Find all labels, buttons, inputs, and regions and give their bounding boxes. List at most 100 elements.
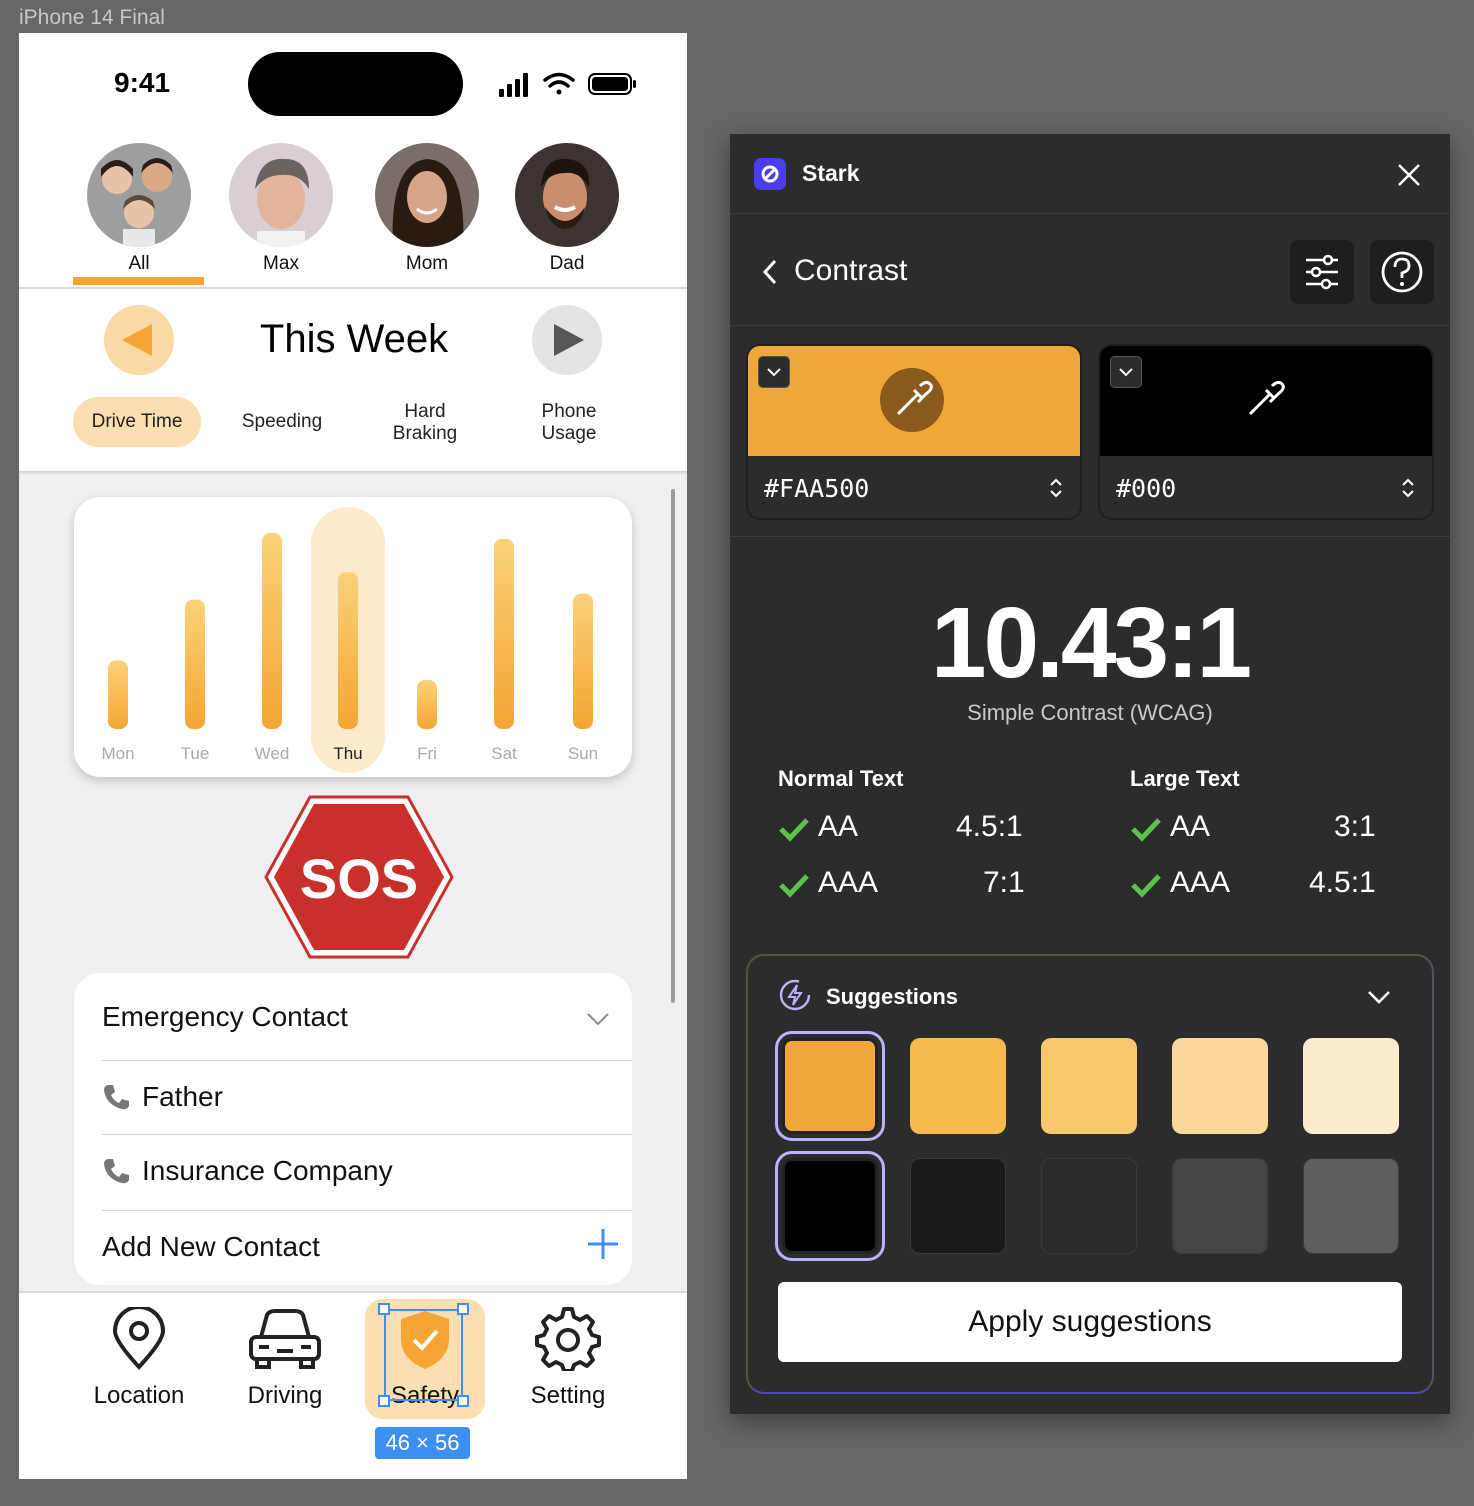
background-dropdown[interactable] (1110, 356, 1142, 388)
signal-icon (499, 73, 528, 97)
bar-chart: Mon Tue Wed Thu Fri Sat Sun (101, 507, 598, 773)
eyedropper-icon (896, 380, 933, 416)
help-button[interactable] (1370, 240, 1434, 304)
selected-avatar-indicator (73, 277, 204, 285)
suggestion-swatch[interactable] (775, 1151, 885, 1261)
normal-aaa-level: AAA (818, 866, 879, 899)
avatar-label: All (128, 253, 150, 274)
background-color-card: #000 (1098, 344, 1434, 520)
chart-tick-label: Sat (491, 744, 517, 763)
large-aa-level: AA (1170, 810, 1211, 843)
tab-setting[interactable]: Setting (508, 1307, 628, 1410)
large-aaa-level: AAA (1170, 866, 1231, 899)
phone-frame: 9:41 All Max Mom Dad This Week Drive Tim… (19, 33, 687, 1479)
contact-name: Father (142, 1081, 223, 1112)
avatar-all[interactable]: All (87, 143, 191, 275)
frame-label: iPhone 14 Final (19, 6, 165, 29)
foreground-dropdown[interactable] (758, 356, 790, 388)
tab-phone-usage[interactable]: Phone Usage (519, 401, 619, 445)
stark-app-title: Stark (802, 160, 860, 186)
apply-suggestions-button[interactable]: Apply suggestions (778, 1282, 1402, 1362)
foreground-swatch[interactable] (748, 346, 1080, 456)
tab-drive-time[interactable]: Drive Time (73, 397, 201, 447)
sos-button[interactable]: SOS (264, 795, 454, 959)
scrollbar[interactable] (671, 489, 675, 1003)
selection-box[interactable] (384, 1309, 463, 1401)
divider (730, 536, 1450, 537)
suggestion-swatch[interactable] (910, 1038, 1006, 1134)
close-icon[interactable] (1396, 162, 1422, 188)
suggestion-swatch[interactable] (1172, 1038, 1268, 1134)
avatar-mom-image (375, 143, 479, 247)
add-contact-row[interactable]: Add New Contact (102, 1210, 632, 1285)
triangle-left-icon (122, 324, 152, 356)
chart-bar-tue (185, 599, 205, 729)
suggestion-swatch[interactable] (1303, 1038, 1399, 1134)
resize-handle[interactable] (457, 1395, 469, 1407)
dynamic-island (248, 52, 463, 116)
eyedropper-button[interactable] (880, 368, 944, 432)
avatar-mom[interactable]: Mom (375, 143, 479, 275)
stark-logo-icon (754, 158, 786, 190)
week-selector: This Week Drive Time Speeding Hard Braki… (19, 289, 687, 471)
large-aaa-ratio: 4.5:1 (1309, 866, 1376, 899)
background-hex-input[interactable]: #000 (1116, 474, 1176, 503)
foreground-hex-input[interactable]: #FAA500 (764, 474, 869, 503)
chart-bar-wed (262, 533, 282, 729)
suggestion-swatch[interactable] (1303, 1158, 1399, 1254)
foreground-color-card: #FAA500 (746, 344, 1082, 520)
stepper-icon[interactable] (1048, 476, 1064, 500)
suggestion-swatch[interactable] (1172, 1158, 1268, 1254)
avatar-label: Mom (405, 253, 449, 274)
phone-icon (104, 1085, 129, 1110)
family-avatars: All Max Mom Dad (19, 143, 687, 288)
car-icon (249, 1309, 321, 1369)
sliders-icon (1306, 254, 1338, 290)
contact-father[interactable]: Father (102, 1060, 632, 1134)
chart-tick-label: Sun (568, 744, 598, 763)
settings-sliders-button[interactable] (1290, 240, 1354, 304)
tab-speeding[interactable]: Speeding (222, 411, 342, 433)
background-swatch[interactable] (1100, 346, 1432, 456)
normal-aa-ratio: 4.5:1 (956, 810, 1023, 843)
resize-handle[interactable] (457, 1303, 469, 1315)
resize-handle[interactable] (378, 1395, 390, 1407)
gear-icon (535, 1307, 601, 1373)
eyedropper-button[interactable] (1232, 368, 1296, 432)
suggestion-swatch[interactable] (775, 1031, 885, 1141)
stark-header: Stark (730, 134, 1450, 214)
chart-tick-label: Wed (255, 744, 290, 763)
tab-hard-braking[interactable]: Hard Braking (375, 401, 475, 445)
chevron-down-icon[interactable] (1366, 988, 1392, 1006)
bottom-tab-bar: Location Driving Safety Setting 46 × 56 (19, 1291, 687, 1479)
location-pin-icon (112, 1305, 166, 1370)
tab-driving[interactable]: Driving (225, 1307, 345, 1410)
chevron-down-icon[interactable] (586, 1011, 610, 1027)
next-week-button[interactable] (532, 305, 602, 375)
avatar-max[interactable]: Max (229, 143, 333, 275)
check-icon (779, 874, 809, 898)
normal-aa-level: AA (818, 810, 859, 843)
contact-insurance[interactable]: Insurance Company (102, 1134, 632, 1210)
chevron-left-icon[interactable] (760, 258, 780, 286)
emergency-contact-card: Emergency Contact Father Insurance Compa… (74, 973, 632, 1285)
suggestion-swatch[interactable] (1041, 1038, 1137, 1134)
tab-location[interactable]: Location (79, 1305, 199, 1410)
resize-handle[interactable] (378, 1303, 390, 1315)
section-title: Contrast (794, 254, 908, 287)
emergency-contact-header[interactable]: Emergency Contact (102, 1001, 348, 1033)
help-icon (1381, 251, 1423, 293)
plus-icon[interactable] (586, 1227, 620, 1261)
chevron-down-icon (767, 368, 781, 377)
battery-icon (588, 73, 636, 95)
avatar-dad[interactable]: Dad (515, 143, 619, 275)
lightning-icon (779, 979, 811, 1011)
selection-dimensions-badge: 46 × 56 (375, 1427, 470, 1459)
chart-bar-mon (108, 660, 128, 729)
suggestion-swatch[interactable] (910, 1158, 1006, 1254)
avatar-dad-image (515, 143, 619, 247)
stepper-icon[interactable] (1400, 476, 1416, 500)
previous-week-button[interactable] (104, 305, 174, 375)
suggestion-swatch[interactable] (1041, 1158, 1137, 1254)
chart-tick-label: Fri (417, 744, 437, 763)
